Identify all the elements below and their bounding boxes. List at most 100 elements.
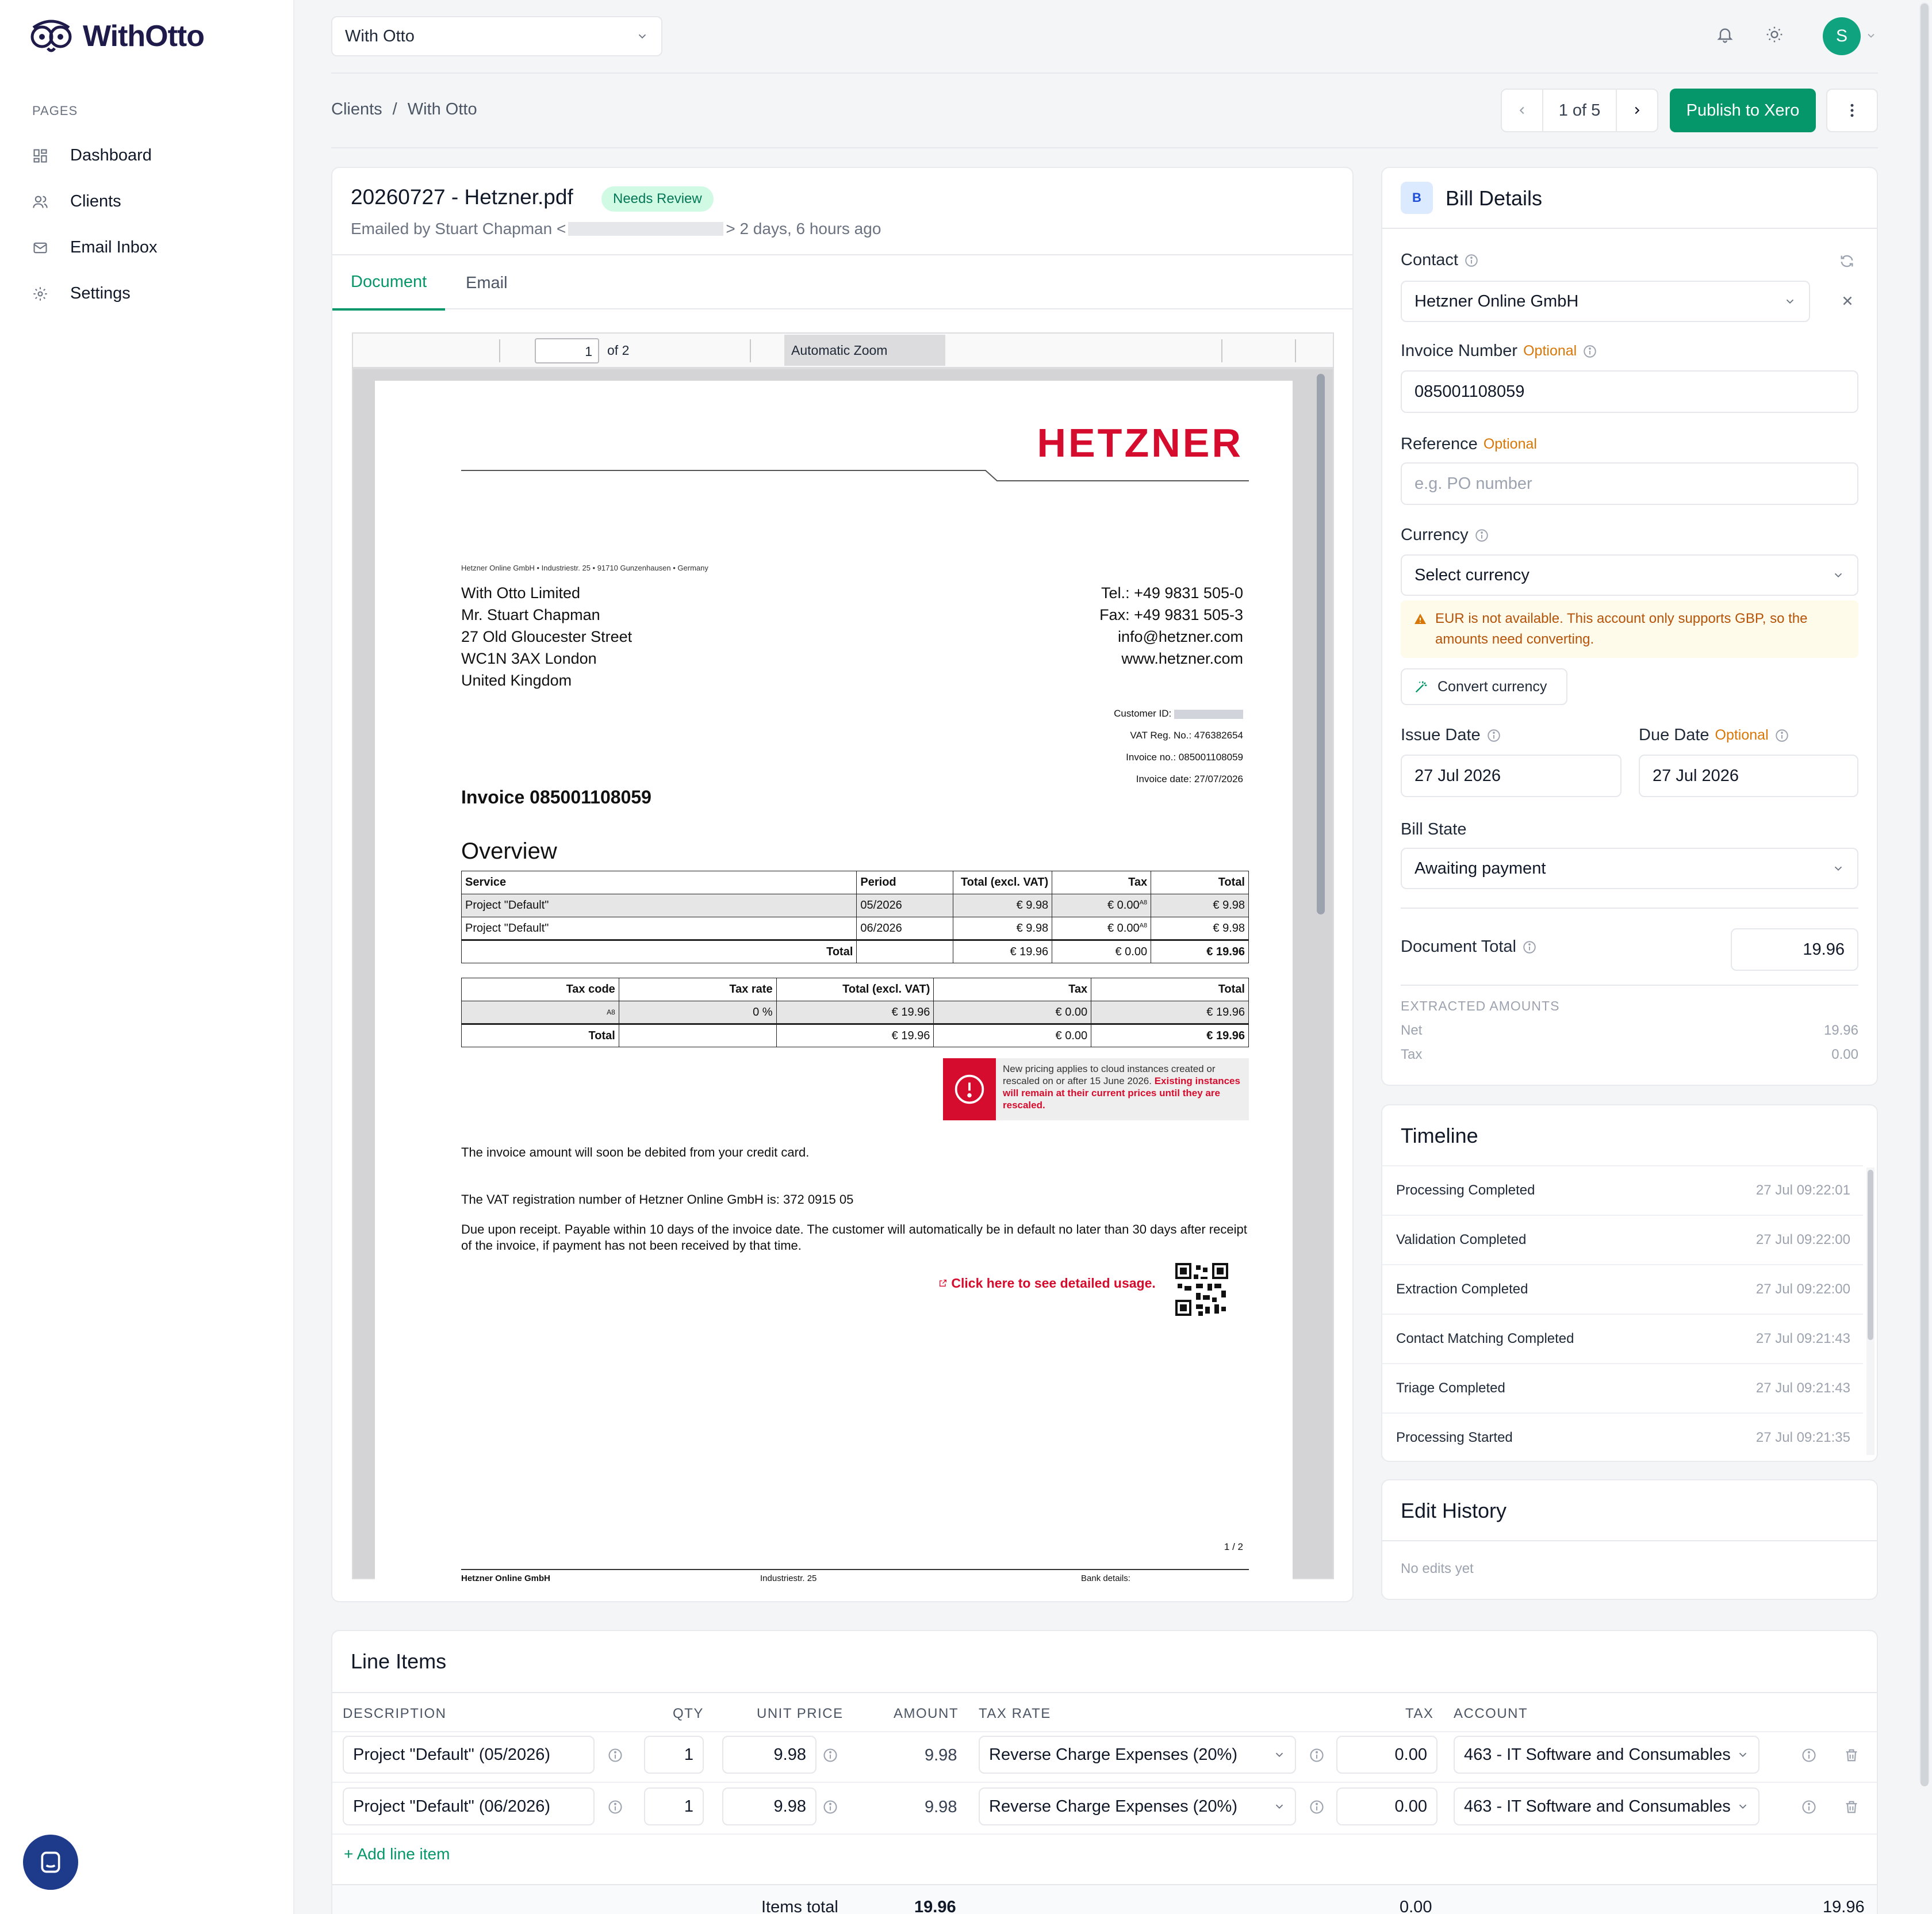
next-document-button[interactable] (1617, 90, 1657, 131)
info-icon[interactable] (1801, 1747, 1817, 1763)
table-cell (618, 1023, 777, 1047)
chevron-down-icon[interactable] (1865, 30, 1877, 41)
breadcrumb-clients-link[interactable]: Clients (331, 100, 382, 119)
clear-contact-icon[interactable] (1840, 293, 1855, 308)
chevron-down-icon (1786, 299, 1794, 304)
bill-state-select[interactable]: Awaiting payment (1401, 848, 1858, 889)
due-date-input[interactable]: 27 Jul 2026 (1639, 755, 1858, 797)
refresh-icon[interactable] (1839, 253, 1855, 269)
info-icon[interactable] (1309, 1747, 1325, 1763)
line-amount: 9.98 (925, 1746, 957, 1764)
footer-company: Hetzner Online GmbH (461, 1574, 551, 1583)
timeline-event: Processing Completed 27 Jul 09:22:01 (1382, 1165, 1863, 1215)
tab-document[interactable]: Document (332, 255, 446, 311)
document-total-label-text: Document Total (1401, 937, 1516, 956)
line-account-select[interactable]: 463 - IT Software and Consumables (1454, 1787, 1759, 1825)
info-icon[interactable] (607, 1799, 623, 1815)
issue-date-label: Issue Date (1401, 726, 1501, 745)
currency-select-value: Select currency (1414, 565, 1529, 584)
line-unit-price-input[interactable]: 9.98 (722, 1736, 816, 1774)
currency-warning: EUR is not available. This account only … (1401, 600, 1858, 658)
sidebar-item-email-inbox[interactable]: Email Inbox (32, 238, 158, 257)
timeline-scrollbar-thumb[interactable] (1868, 1170, 1873, 1340)
organization-select[interactable]: With Otto (331, 16, 662, 56)
trash-icon[interactable] (1843, 1799, 1860, 1815)
timeline-event: Processing Started 27 Jul 09:21:35 (1382, 1412, 1863, 1461)
timeline-event: Validation Completed 27 Jul 09:22:00 (1382, 1215, 1863, 1264)
info-icon[interactable] (1309, 1799, 1325, 1815)
line-description-input[interactable]: Project "Default" (05/2026) (343, 1736, 595, 1774)
info-icon[interactable] (1774, 728, 1789, 743)
toolbar-separator (1295, 339, 1296, 362)
pdf-scrollbar[interactable] (1317, 374, 1325, 914)
reference-input[interactable]: e.g. PO number (1401, 462, 1858, 505)
chevron-down-icon (1275, 1804, 1283, 1809)
table-header-row: Service Period Total (excl. VAT) Tax Tot… (461, 871, 1249, 894)
toolbar-separator (499, 339, 500, 362)
warning-icon (1414, 614, 1426, 624)
line-description-input[interactable]: Project "Default" (06/2026) (343, 1787, 595, 1825)
trash-icon[interactable] (1843, 1747, 1860, 1763)
chevron-down-icon (1834, 866, 1842, 871)
edit-history-title: Edit History (1401, 1499, 1507, 1522)
sun-icon[interactable] (1765, 25, 1784, 44)
pdf-viewer[interactable]: HETZNER Hetzner Online GmbH • Industries… (352, 368, 1334, 1583)
chat-launcher-button[interactable] (23, 1835, 78, 1890)
line-tax-rate-select[interactable]: Reverse Charge Expenses (20%) (979, 1787, 1296, 1825)
tax-value: € 0.00 (1107, 899, 1140, 912)
line-tax-input[interactable]: 0.00 (1336, 1787, 1438, 1825)
info-icon[interactable] (1486, 728, 1501, 743)
info-icon[interactable] (1582, 344, 1597, 359)
sidebar-item-settings[interactable]: Settings (32, 284, 131, 303)
issue-date-input[interactable]: 27 Jul 2026 (1401, 755, 1621, 797)
line-qty-input[interactable]: 1 (644, 1787, 704, 1825)
sidebar: WithOtto PAGES Dashboard Clients Email I… (0, 0, 294, 1914)
table-row: A8 0 % € 19.96 € 0.00 € 19.96 (461, 1001, 1249, 1024)
info-icon[interactable] (1522, 940, 1537, 955)
publish-to-xero-button[interactable]: Publish to Xero (1670, 89, 1816, 132)
info-icon[interactable] (1474, 528, 1489, 543)
user-avatar[interactable]: S (1823, 17, 1861, 55)
footer-address: Industriestr. 25 (760, 1574, 817, 1583)
bell-icon[interactable] (1716, 25, 1734, 44)
previous-document-button[interactable] (1502, 90, 1542, 131)
dashboard-icon (33, 148, 47, 163)
pdf-zoom-select[interactable]: Automatic Zoom (784, 335, 945, 366)
info-icon[interactable] (607, 1747, 623, 1763)
currency-select[interactable]: Select currency (1401, 554, 1858, 596)
toolbar-divider (331, 147, 1878, 148)
line-tax-rate-select[interactable]: Reverse Charge Expenses (20%) (979, 1736, 1296, 1774)
more-actions-button[interactable] (1826, 89, 1878, 132)
info-icon[interactable] (822, 1747, 838, 1763)
line-account-select[interactable]: 463 - IT Software and Consumables (1454, 1736, 1759, 1774)
tab-email[interactable]: Email (466, 255, 508, 311)
convert-currency-button[interactable]: Convert currency (1401, 668, 1567, 705)
info-icon[interactable] (822, 1799, 838, 1815)
line-unit-price-input[interactable]: 9.98 (722, 1787, 816, 1825)
line-tax-input[interactable]: 0.00 (1336, 1736, 1438, 1774)
line-qty-input[interactable]: 1 (644, 1736, 704, 1774)
info-icon[interactable] (1801, 1799, 1817, 1815)
edit-history-empty: No edits yet (1401, 1561, 1474, 1576)
sidebar-item-dashboard[interactable]: Dashboard (32, 146, 152, 165)
app-logo[interactable]: WithOtto (26, 17, 205, 55)
column-header-tax: TAX (1405, 1706, 1434, 1721)
pricing-notice: New pricing applies to cloud instances c… (943, 1058, 1249, 1120)
add-line-item-button[interactable]: + Add line item (344, 1845, 450, 1863)
items-total-total: 19.96 (1823, 1898, 1865, 1914)
timeline-event-label: Extraction Completed (1396, 1281, 1528, 1297)
sidebar-item-clients[interactable]: Clients (32, 192, 121, 211)
document-title: 20260727 - Hetzner.pdf (351, 185, 573, 209)
document-total-input[interactable]: 19.96 (1731, 928, 1858, 971)
address-line: WC1N 3AX London (461, 650, 597, 667)
info-icon[interactable] (1464, 253, 1479, 268)
window-scrollbar-thumb[interactable] (1920, 3, 1929, 1786)
contact-select[interactable]: Hetzner Online GmbH (1401, 281, 1810, 322)
tax-value: 0.00 (1831, 1047, 1858, 1062)
contact-label: Contact (1401, 251, 1479, 270)
divider (332, 1782, 1877, 1783)
detailed-usage-link[interactable]: Click here to see detailed usage. (938, 1276, 1156, 1291)
currency-label: Currency (1401, 526, 1489, 545)
invoice-number-input[interactable]: 085001108059 (1401, 370, 1858, 413)
pdf-page-input[interactable]: 1 (535, 338, 599, 363)
